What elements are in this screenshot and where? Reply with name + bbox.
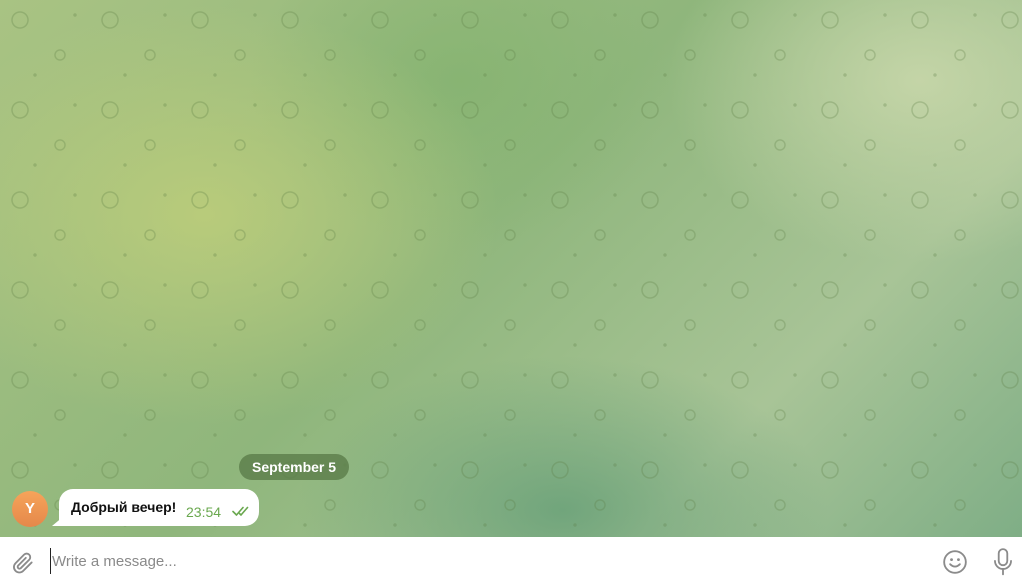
chat-area: September 5 Y Добрый вечер! 23:54	[0, 0, 1022, 537]
emoji-icon[interactable]	[942, 549, 968, 575]
date-separator: September 5	[239, 454, 350, 480]
double-check-icon	[232, 506, 249, 516]
paperclip-icon[interactable]	[10, 550, 36, 576]
wallpaper-pattern	[0, 0, 1022, 537]
avatar[interactable]: Y	[12, 491, 48, 527]
microphone-icon[interactable]	[990, 547, 1016, 577]
message-input[interactable]	[50, 548, 920, 574]
message-input-wrapper	[50, 548, 920, 574]
message-time: 23:54	[186, 504, 222, 520]
message-text: Добрый вечер!	[71, 499, 177, 515]
message-bubble[interactable]: Добрый вечер! 23:54	[52, 489, 259, 526]
